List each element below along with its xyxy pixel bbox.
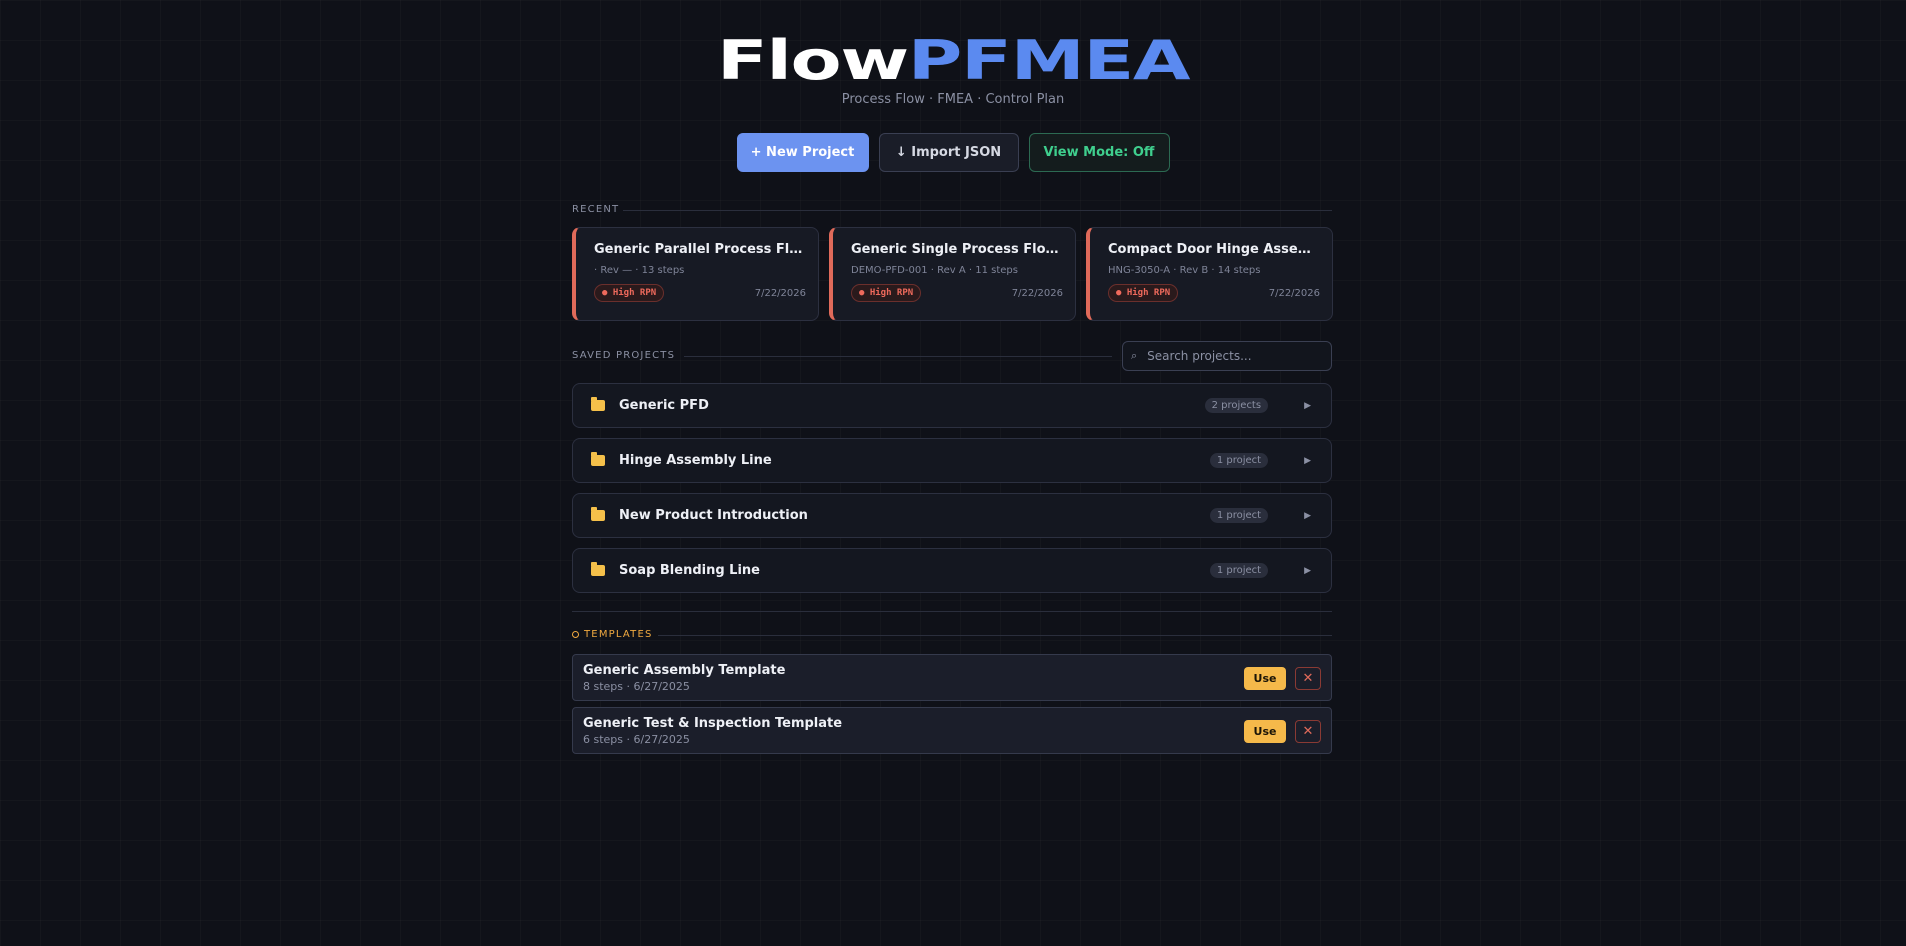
template-meta: 6 steps · 6/27/2025: [583, 733, 690, 746]
delete-template-button[interactable]: ✕: [1295, 720, 1321, 743]
recent-card-meta: DEMO-PFD-001 · Rev A · 11 steps: [851, 265, 1018, 276]
template-row: Generic Test & Inspection Template 6 ste…: [572, 707, 1332, 754]
search-box[interactable]: ⌕: [1122, 341, 1332, 371]
recent-card[interactable]: Generic Parallel Process Flow Sheet · Re…: [572, 227, 819, 321]
recent-card[interactable]: Generic Single Process Flow Sheet DEMO-P…: [829, 227, 1076, 321]
expand-arrow-icon[interactable]: ▶: [1304, 456, 1311, 466]
saved-divider: [684, 356, 1112, 357]
high-rpn-badge: ● High RPN: [594, 284, 665, 302]
recent-divider: [623, 210, 1332, 211]
recent-card-title: Generic Parallel Process Flow Sheet: [594, 242, 806, 257]
folder-row[interactable]: Hinge Assembly Line 1 project ▶: [572, 438, 1332, 483]
folder-name: Generic PFD: [619, 398, 709, 413]
folder-name: Soap Blending Line: [619, 563, 760, 578]
recent-card-date: 7/22/2026: [754, 287, 806, 299]
logo-pfmea: PFMEA: [907, 29, 1191, 92]
folder-icon: [591, 397, 605, 411]
template-row: Generic Assembly Template 8 steps · 6/27…: [572, 654, 1332, 701]
folder-icon: [591, 507, 605, 521]
use-template-button[interactable]: Use: [1244, 667, 1286, 690]
recent-card[interactable]: Compact Door Hinge Assembly HNG-3050-A ·…: [1086, 227, 1333, 321]
home-screen: FlowPFMEA Process Flow · FMEA · Control …: [0, 0, 1906, 946]
folder-row[interactable]: Soap Blending Line 1 project ▶: [572, 548, 1332, 593]
folder-count-badge: 2 projects: [1204, 398, 1269, 413]
delete-template-button[interactable]: ✕: [1295, 667, 1321, 690]
search-icon: ⌕: [1131, 349, 1138, 362]
use-template-button[interactable]: Use: [1244, 720, 1286, 743]
new-project-button[interactable]: + New Project: [736, 133, 869, 172]
app-logo: FlowPFMEA: [0, 30, 1906, 92]
folder-count-badge: 1 project: [1209, 453, 1269, 468]
folder-count-badge: 1 project: [1209, 508, 1269, 523]
folder-row[interactable]: Generic PFD 2 projects ▶: [572, 383, 1332, 428]
search-input[interactable]: [1147, 349, 1308, 363]
template-circle-icon: [572, 631, 579, 638]
saved-projects-label: SAVED PROJECTS: [572, 350, 676, 361]
action-bar: + New Project ↓ Import JSON View Mode: O…: [0, 133, 1906, 172]
folder-name: Hinge Assembly Line: [619, 453, 772, 468]
template-meta: 8 steps · 6/27/2025: [583, 680, 690, 693]
logo-flow: Flow: [716, 29, 909, 92]
app-subtitle: Process Flow · FMEA · Control Plan: [841, 92, 1065, 107]
template-title: Generic Assembly Template: [583, 663, 786, 678]
recent-card-meta: · Rev — · 13 steps: [594, 265, 685, 276]
recent-section-label: RECENT: [572, 204, 620, 215]
templates-divider: [658, 635, 1332, 636]
folder-count-badge: 1 project: [1209, 563, 1269, 578]
folder-icon: [591, 452, 605, 466]
high-rpn-badge: ● High RPN: [1108, 284, 1179, 302]
import-json-button[interactable]: ↓ Import JSON: [878, 133, 1019, 172]
folder-icon: [591, 562, 605, 576]
template-title: Generic Test & Inspection Template: [583, 716, 843, 731]
folder-row[interactable]: New Product Introduction 1 project ▶: [572, 493, 1332, 538]
recent-card-title: Compact Door Hinge Assembly: [1108, 242, 1320, 257]
recent-card-date: 7/22/2026: [1268, 287, 1320, 299]
templates-top-divider: [572, 611, 1332, 612]
folder-name: New Product Introduction: [619, 508, 808, 523]
recent-card-meta: HNG-3050-A · Rev B · 14 steps: [1108, 265, 1261, 276]
expand-arrow-icon[interactable]: ▶: [1304, 566, 1311, 576]
high-rpn-badge: ● High RPN: [851, 284, 922, 302]
expand-arrow-icon[interactable]: ▶: [1304, 401, 1311, 411]
view-mode-toggle[interactable]: View Mode: Off: [1028, 133, 1170, 172]
expand-arrow-icon[interactable]: ▶: [1304, 511, 1311, 521]
recent-card-date: 7/22/2026: [1011, 287, 1063, 299]
recent-card-title: Generic Single Process Flow Sheet: [851, 242, 1063, 257]
templates-section-label: TEMPLATES: [572, 629, 653, 640]
templates-label-text: TEMPLATES: [584, 629, 653, 640]
